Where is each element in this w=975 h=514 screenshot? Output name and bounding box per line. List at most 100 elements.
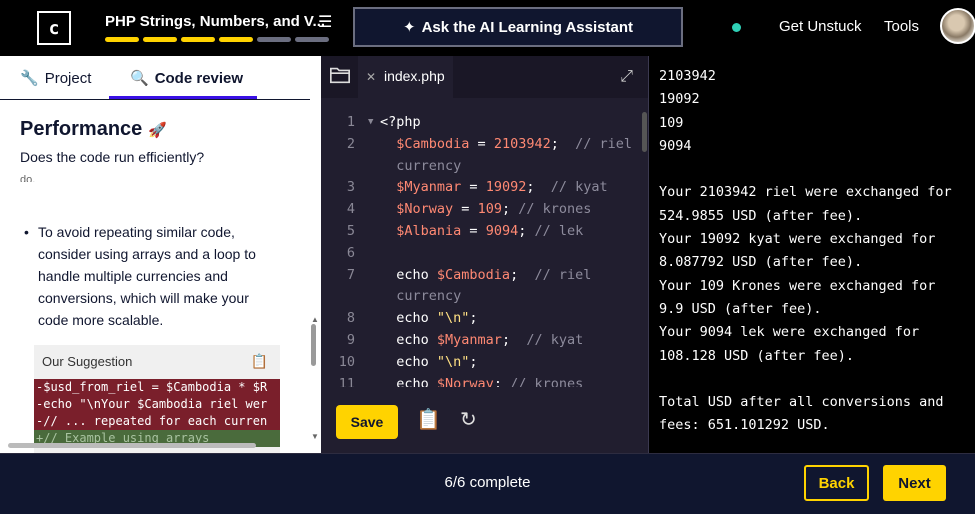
line-number: 3 bbox=[346, 179, 355, 196]
code-text: $Albania = 9094; // lek bbox=[396, 222, 584, 239]
sparkle-icon: ✦ bbox=[402, 19, 416, 36]
code-line: 6 bbox=[321, 243, 649, 265]
bottom-bar: 6/6 complete Back Next bbox=[0, 453, 975, 514]
status-indicator bbox=[732, 23, 741, 32]
section-title-text: Performance bbox=[20, 118, 143, 140]
progress-segment bbox=[295, 37, 329, 42]
code-text: $Norway = 109; // krones bbox=[396, 201, 592, 218]
code-line: 10 echo "\n"; bbox=[321, 352, 649, 374]
next-button[interactable]: Next bbox=[883, 465, 946, 501]
output-console: 2103942 19092 109 9094 Your 2103942 riel… bbox=[649, 56, 975, 453]
clipboard-icon[interactable]: 📋 bbox=[416, 407, 441, 432]
editor-scrollbar[interactable] bbox=[642, 112, 647, 152]
ai-assistant-button[interactable]: ✦ Ask the AI Learning Assistant bbox=[353, 7, 683, 47]
line-number: 2 bbox=[346, 135, 355, 152]
line-number: 4 bbox=[346, 201, 355, 218]
fold-arrow-icon[interactable]: ▼ bbox=[368, 112, 373, 134]
code-line: 9 echo $Myanmar; // kyat bbox=[321, 330, 649, 352]
code-text: currency bbox=[396, 288, 462, 305]
tab-code-review[interactable]: 🔍 Code review bbox=[130, 69, 244, 88]
scroll-down-arrow-icon[interactable]: ▼ bbox=[311, 432, 319, 441]
vertical-scrollbar[interactable] bbox=[311, 324, 316, 366]
progress-segment bbox=[181, 37, 215, 42]
code-line: 5 $Albania = 9094; // lek bbox=[321, 221, 649, 243]
expand-icon[interactable]: ⤢ bbox=[620, 68, 633, 86]
line-number: 11 bbox=[338, 375, 355, 387]
progress-segment bbox=[219, 37, 253, 42]
diff-line: -// ... repeated for each curren bbox=[34, 413, 280, 430]
code-line: 11 echo $Norway; // krones bbox=[321, 374, 649, 387]
code-line: 2 $Cambodia = 2103942; // riel bbox=[321, 134, 649, 156]
review-bullet: • To avoid repeating similar code, consi… bbox=[22, 221, 272, 331]
line-number: 9 bbox=[346, 331, 355, 348]
back-button[interactable]: Back bbox=[804, 465, 869, 501]
save-button[interactable]: Save bbox=[336, 405, 398, 439]
line-number: 6 bbox=[346, 244, 355, 261]
file-tab-label: index.php bbox=[383, 68, 445, 84]
code-line: 1 ▼ <?php bbox=[321, 112, 649, 134]
codecademy-logo[interactable]: c bbox=[37, 11, 71, 45]
rocket-icon: 🚀 bbox=[148, 121, 167, 139]
code-text: echo $Cambodia; // riel bbox=[380, 266, 592, 283]
line-number: 5 bbox=[346, 222, 355, 239]
line-number: 7 bbox=[346, 266, 355, 283]
progress-segment bbox=[105, 37, 139, 42]
code-line: currency bbox=[321, 156, 649, 178]
get-unstuck-link[interactable]: Get Unstuck bbox=[779, 18, 862, 35]
line-number: 8 bbox=[346, 310, 355, 327]
suggestion-box: Our Suggestion 📋 -$usd_from_riel = $Camb… bbox=[34, 345, 280, 453]
code-line: currency bbox=[321, 286, 649, 308]
tab-code-review-label: Code review bbox=[154, 69, 244, 87]
progress-segment bbox=[143, 37, 177, 42]
diff-line: -echo "\nYour $Cambodia riel wer bbox=[34, 396, 280, 413]
code-line: 8 echo "\n"; bbox=[321, 308, 649, 330]
active-tab-indicator bbox=[109, 96, 257, 99]
code-line: 4 $Norway = 109; // krones bbox=[321, 199, 649, 221]
line-number: 1 bbox=[346, 114, 355, 130]
user-avatar[interactable] bbox=[940, 8, 975, 44]
section-subtitle: Does the code run efficiently? bbox=[20, 149, 205, 165]
reset-icon[interactable]: ↻ bbox=[460, 407, 477, 432]
code-area[interactable]: 1 ▼ <?php 2 $Cambodia = 2103942; // riel cu… bbox=[321, 112, 649, 387]
ai-assistant-label: Ask the AI Learning Assistant bbox=[421, 18, 633, 36]
course-title[interactable]: PHP Strings, Numbers, and V... bbox=[105, 13, 325, 30]
tab-project[interactable]: 🔧 Project bbox=[20, 69, 92, 88]
scroll-up-arrow-icon[interactable]: ▲ bbox=[311, 315, 319, 324]
panel-tabs: 🔧 Project 🔍 Code review bbox=[0, 56, 310, 100]
code-text: echo "\n"; bbox=[380, 353, 478, 370]
bullet-dot: • bbox=[24, 224, 29, 240]
top-bar: c PHP Strings, Numbers, and V... ☰ ✦ Ask… bbox=[0, 0, 975, 56]
code-text: echo $Myanmar; // kyat bbox=[380, 331, 584, 348]
file-tab[interactable]: ✕ index.php bbox=[358, 56, 453, 98]
wrench-icon: 🔧 bbox=[20, 70, 39, 87]
suggestion-diff: -$usd_from_riel = $Cambodia * $R -echo "… bbox=[34, 379, 280, 447]
suggestion-title: Our Suggestion bbox=[42, 354, 133, 369]
progress-segment bbox=[257, 37, 291, 42]
horizontal-scrollbar[interactable] bbox=[8, 443, 256, 448]
code-review-icon: 🔍 bbox=[130, 70, 149, 87]
hamburger-menu-icon[interactable]: ☰ bbox=[318, 12, 332, 32]
code-text: echo $Norway; // krones bbox=[380, 375, 584, 387]
tools-link[interactable]: Tools bbox=[884, 18, 919, 35]
code-line: 7 echo $Cambodia; // riel bbox=[321, 265, 649, 287]
truncated-text: do. bbox=[20, 174, 36, 182]
bullet-text: To avoid repeating similar code, conside… bbox=[38, 224, 256, 328]
section-title: Performance 🚀 bbox=[20, 118, 167, 141]
tab-project-label: Project bbox=[44, 69, 92, 87]
copy-icon[interactable]: 📋 bbox=[251, 353, 268, 370]
editor-toolbar: Save 📋 ↻ bbox=[321, 387, 649, 453]
line-number: 10 bbox=[338, 353, 355, 370]
code-line: 3 $Myanmar = 19092; // kyat bbox=[321, 177, 649, 199]
diff-line: -$usd_from_riel = $Cambodia * $R bbox=[34, 379, 280, 396]
code-text: <?php bbox=[380, 114, 421, 130]
code-editor: ✕ index.php ⤢ 1 ▼ <?php 2 $Cambodia = 21039… bbox=[321, 56, 649, 453]
code-text: echo "\n"; bbox=[380, 310, 478, 327]
logo-glyph: c bbox=[48, 17, 60, 39]
folder-icon[interactable] bbox=[329, 64, 351, 86]
code-text: $Cambodia = 2103942; // riel bbox=[396, 135, 633, 152]
code-text: $Myanmar = 19092; // kyat bbox=[396, 179, 608, 196]
code-text: currency bbox=[396, 157, 462, 174]
course-progress-bar bbox=[105, 37, 329, 42]
editor-tab-bar: ✕ index.php ⤢ bbox=[321, 56, 649, 98]
close-tab-icon[interactable]: ✕ bbox=[366, 70, 376, 84]
